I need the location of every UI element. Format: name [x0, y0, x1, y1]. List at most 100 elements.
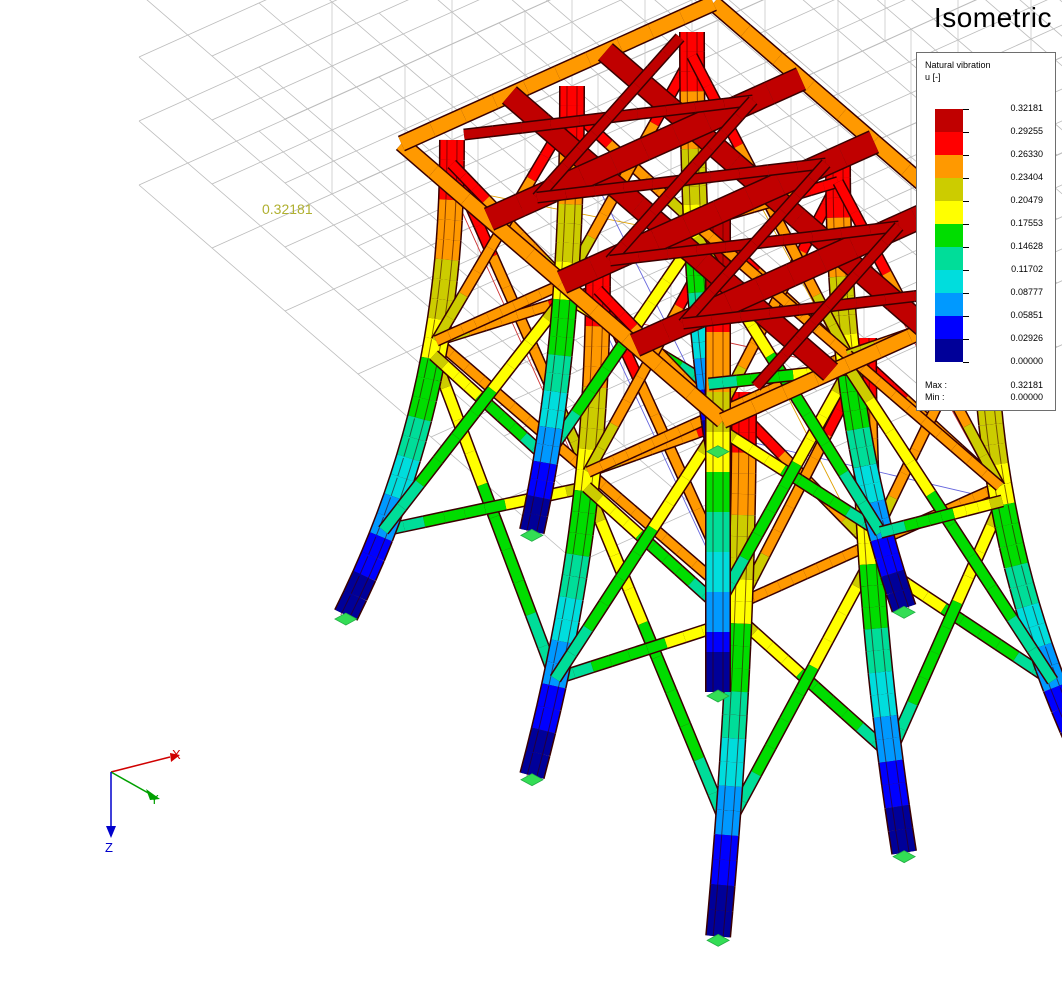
deck-brace-segment — [550, 116, 581, 129]
legend-swatch — [935, 247, 963, 270]
deck-beam-segment — [398, 123, 436, 150]
girt-segment — [777, 575, 794, 590]
legend-value: 0.32181 — [1010, 103, 1043, 113]
brace-segment — [652, 655, 676, 694]
girt-segment — [661, 534, 683, 555]
deck-beam-segment — [429, 109, 467, 136]
column-segment — [723, 691, 748, 716]
column-segment — [879, 759, 906, 786]
column-segment — [438, 199, 463, 221]
deck-beam-segment — [557, 258, 598, 293]
column-segment — [428, 297, 454, 322]
deck-brace-segment — [492, 123, 523, 136]
column-segment — [853, 463, 881, 487]
column-segment — [869, 670, 895, 696]
column-segment — [876, 552, 904, 577]
column-segment — [559, 574, 586, 601]
column-segment — [715, 809, 741, 836]
column-segment — [720, 737, 745, 763]
column-segment — [546, 354, 572, 375]
y-axis-label: Y — [150, 792, 159, 807]
column-segment — [551, 617, 579, 644]
column-edge — [736, 536, 738, 558]
brace-segment — [627, 644, 649, 660]
brace-segment — [907, 676, 929, 706]
girt-segment — [971, 488, 989, 503]
column-segment — [846, 426, 873, 450]
legend-value: 0.05851 — [1010, 310, 1043, 320]
column-segment — [435, 238, 461, 261]
column-segment — [871, 692, 897, 718]
legend-min-value: 0.00000 — [1010, 392, 1043, 402]
brace-segment — [473, 246, 495, 274]
legend-swatch — [935, 201, 963, 224]
brace-segment — [856, 723, 879, 745]
brace-segment — [610, 399, 632, 427]
column-segment — [876, 737, 903, 763]
legend-tick — [963, 270, 969, 271]
max-value-annotation: 0.32181 — [262, 201, 313, 217]
column-segment — [982, 442, 1008, 467]
brace-segment — [751, 744, 775, 777]
column-segment — [584, 346, 609, 368]
brace-segment — [665, 475, 690, 506]
legend-swatch — [935, 224, 963, 247]
girt-segment — [651, 432, 668, 447]
deck-brace-segment — [682, 315, 713, 329]
deck-beam-segment — [755, 264, 796, 300]
girt-segment — [460, 319, 478, 334]
brace-segment — [896, 701, 917, 731]
girt-segment — [829, 552, 846, 567]
column — [334, 139, 465, 621]
deck-brace-segment — [667, 245, 698, 259]
girt-segment — [664, 427, 681, 442]
brace-segment — [891, 521, 907, 535]
deck-brace-segment — [649, 193, 671, 216]
brace-segment — [596, 519, 620, 558]
deck-brace-segment — [884, 291, 915, 305]
brace-segment — [514, 579, 536, 616]
brace-segment — [526, 612, 548, 649]
brace-segment — [708, 377, 724, 389]
deck-brace-segment — [665, 102, 696, 116]
column-segment — [344, 571, 375, 601]
brace-segment — [583, 600, 609, 632]
legend-value: 0.23404 — [1010, 172, 1043, 182]
column-edge — [698, 186, 701, 205]
legend-tick — [963, 362, 969, 363]
column-segment — [728, 579, 753, 602]
deck-beam-segment — [484, 195, 525, 230]
legend-value: 0.11702 — [1011, 264, 1043, 274]
brace-segment — [515, 306, 535, 320]
girt-segment — [630, 507, 652, 528]
column-segment — [585, 325, 609, 347]
deck-brace-segment — [811, 228, 842, 242]
brace-segment — [766, 642, 788, 664]
brace-segment — [977, 628, 1001, 649]
legend-tick — [963, 178, 969, 179]
girt-segment — [677, 421, 694, 436]
column-segment — [335, 590, 366, 621]
column-segment — [709, 884, 735, 912]
column-segment — [857, 481, 885, 505]
brace-segment — [624, 587, 648, 626]
brace-segment — [915, 514, 931, 528]
column-segment — [557, 203, 582, 225]
column-segment — [717, 785, 742, 812]
brace-segment — [811, 682, 834, 704]
brace-segment — [504, 495, 527, 510]
deck-beam-segment — [817, 236, 858, 271]
legend-tick — [963, 109, 969, 110]
legend-value: 0.17553 — [1010, 218, 1043, 228]
column-segment — [718, 761, 744, 787]
model-viewport[interactable]: 0.32181 X Y Z — [0, 0, 1062, 990]
brace-segment — [879, 524, 895, 538]
column-segment — [885, 804, 912, 832]
column-segment — [555, 242, 580, 263]
brace-segment — [765, 717, 790, 750]
deck-brace-segment — [636, 106, 667, 119]
column-segment — [563, 553, 590, 579]
axis-triad: X Y Z — [105, 747, 181, 855]
legend-max-value: 0.32181 — [1010, 380, 1043, 390]
deck-beam-segment — [598, 44, 645, 88]
